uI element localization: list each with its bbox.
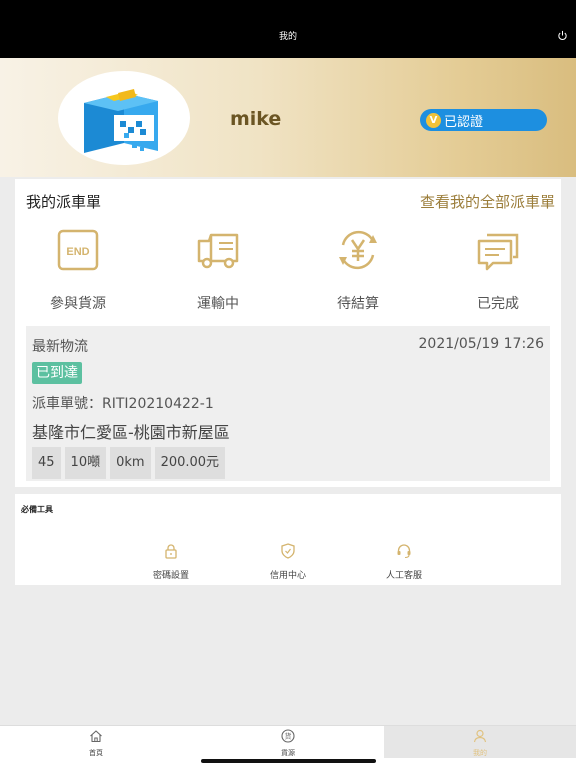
dispatch-card: 我的派車單 查看我的全部派車單 END 參與貨源 運輸中 待結算 已完成 最新物… — [15, 179, 561, 487]
box-avatar-icon — [84, 89, 158, 153]
chip-distance: 0km — [110, 447, 151, 479]
yen-cycle-icon — [339, 230, 377, 270]
detail-chips: 45 10噸 0km 200.00元 — [32, 447, 226, 479]
avatar[interactable] — [58, 71, 190, 165]
status-pending-settlement[interactable]: 待結算 — [298, 227, 418, 313]
status-label: 運輸中 — [197, 296, 239, 312]
user-icon — [473, 729, 487, 743]
lock-icon — [165, 544, 177, 559]
tool-credit-center[interactable]: 信用中心 — [248, 543, 328, 581]
power-icon[interactable] — [557, 30, 568, 41]
latest-logistics-panel[interactable]: 最新物流 2021/05/19 17:26 已到達 派車單號：RITI20210… — [26, 326, 550, 481]
status-badge: 已到達 — [32, 362, 82, 384]
latest-logistics-title: 最新物流 — [32, 339, 88, 355]
home-icon — [90, 730, 102, 743]
tab-mine[interactable]: 我的 — [384, 726, 576, 758]
latest-logistics-datetime: 2021/05/19 17:26 — [418, 336, 545, 352]
view-all-dispatch-link[interactable]: 查看我的全部派車單 — [420, 191, 555, 212]
tool-label: 密碼設置 — [152, 571, 189, 581]
status-label: 參與貨源 — [50, 296, 106, 312]
tool-password-settings[interactable]: 密碼設置 — [131, 543, 211, 581]
svg-text:货: 货 — [285, 732, 292, 741]
page-title: 我的 — [278, 32, 297, 42]
tab-label: 首頁 — [89, 749, 103, 757]
top-bar: 我的 — [0, 0, 576, 58]
status-label: 已完成 — [477, 296, 519, 312]
tool-label: 人工客服 — [385, 571, 422, 581]
chip-quantity: 45 — [32, 447, 61, 479]
status-in-transit[interactable]: 運輸中 — [158, 227, 278, 313]
verified-badge[interactable]: V 已認證 — [420, 109, 547, 131]
route-text: 基隆市仁愛區-桃園市新屋區 — [32, 423, 230, 442]
shield-icon — [281, 543, 295, 559]
status-participating[interactable]: END 參與貨源 — [18, 227, 138, 313]
end-icon: END — [57, 229, 99, 271]
status-completed[interactable]: 已完成 — [438, 227, 558, 313]
tools-title: 必備工具 — [21, 505, 53, 514]
headset-icon — [397, 544, 411, 559]
tools-card: 必備工具 密碼設置 信用中心 人工客服 — [15, 494, 561, 585]
verified-mark-icon: V — [426, 112, 441, 128]
username: mike — [230, 108, 282, 130]
tab-label: 貨源 — [281, 749, 295, 757]
tool-label: 信用中心 — [269, 571, 306, 581]
chip-weight: 10噸 — [64, 447, 107, 479]
dispatch-title: 我的派車單 — [26, 193, 102, 211]
home-indicator — [201, 759, 376, 763]
tab-home[interactable]: 首頁 — [0, 726, 192, 758]
svg-text:END: END — [66, 246, 89, 258]
truck-icon — [197, 233, 239, 269]
profile-header: mike V 已認證 — [0, 58, 576, 177]
tab-cargo[interactable]: 货 貨源 — [192, 726, 384, 758]
verified-label: 已認證 — [444, 114, 484, 130]
chat-icon — [477, 233, 519, 271]
tool-customer-service[interactable]: 人工客服 — [364, 543, 444, 581]
status-label: 待結算 — [337, 296, 379, 312]
cargo-icon: 货 — [281, 729, 295, 743]
order-number: 派車單號：RITI20210422-1 — [32, 396, 214, 412]
tab-label: 我的 — [473, 749, 487, 757]
chip-price: 200.00元 — [154, 447, 226, 479]
